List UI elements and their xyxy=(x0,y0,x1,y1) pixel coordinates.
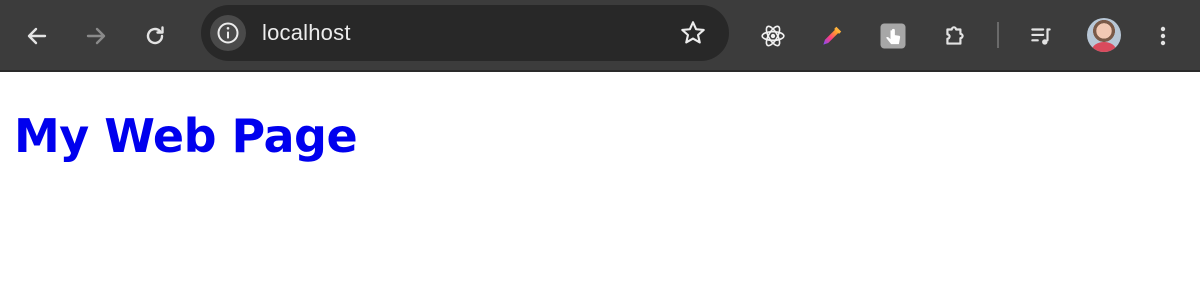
eyedropper-icon xyxy=(823,26,842,45)
puzzle-icon xyxy=(946,26,964,45)
playlist-music-icon xyxy=(1031,28,1051,45)
reload-icon xyxy=(146,26,164,45)
hand-pointer-icon xyxy=(880,23,906,49)
react-atom-icon xyxy=(761,25,785,47)
site-info-button[interactable] xyxy=(210,15,246,51)
kebab-menu-icon xyxy=(1160,26,1166,46)
star-icon xyxy=(681,21,705,44)
url-text[interactable]: localhost xyxy=(262,19,351,47)
browser-menu-button[interactable] xyxy=(1143,16,1183,56)
media-controls-button[interactable] xyxy=(1021,16,1061,56)
address-bar[interactable]: localhost xyxy=(201,5,729,61)
reload-button[interactable] xyxy=(135,16,175,56)
react-devtools-extension[interactable] xyxy=(753,16,793,56)
arrow-right-icon xyxy=(86,27,106,45)
page-title: My Web Page xyxy=(14,109,358,163)
toolbar-divider xyxy=(997,22,999,48)
extension-app-button[interactable] xyxy=(873,16,913,56)
extensions-button[interactable] xyxy=(935,16,975,56)
arrow-left-icon xyxy=(27,27,47,45)
page-content: My Web Page xyxy=(0,72,1200,288)
forward-button[interactable] xyxy=(76,16,116,56)
avatar[interactable] xyxy=(1087,18,1121,52)
browser-toolbar: localhost xyxy=(0,0,1200,72)
back-button[interactable] xyxy=(17,16,57,56)
color-picker-extension[interactable] xyxy=(812,16,852,56)
bookmark-button[interactable] xyxy=(679,19,707,47)
info-icon xyxy=(217,22,239,44)
